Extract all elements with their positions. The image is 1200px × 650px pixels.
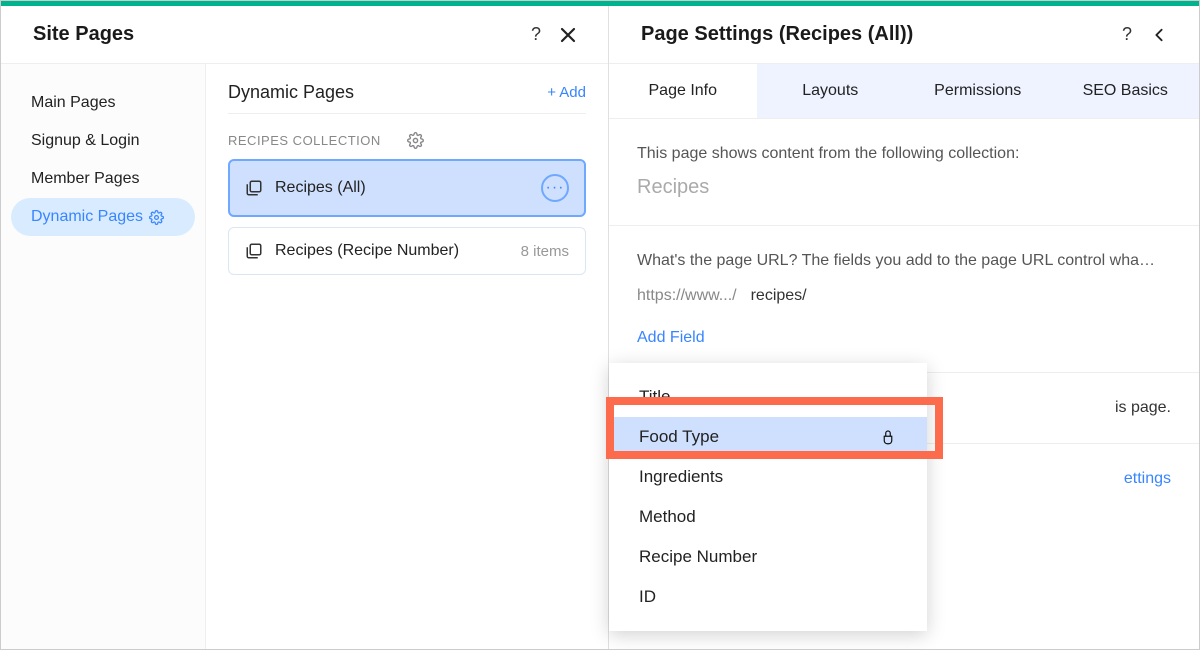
collection-label: RECIPES COLLECTION [228, 133, 407, 148]
collection-icon [245, 179, 263, 197]
nav-label: Signup & Login [31, 132, 140, 150]
tab-layouts[interactable]: Layouts [757, 64, 905, 118]
nav-member-pages[interactable]: Member Pages [1, 160, 205, 198]
dropdown-item-food-type[interactable]: Food Type [609, 417, 927, 457]
collection-lead: This page shows content from the followi… [637, 141, 1171, 167]
card-label: Recipes (All) [275, 179, 541, 197]
dropdown-label: Food Type [639, 427, 719, 447]
advanced-settings-link[interactable]: ettings [1124, 470, 1171, 487]
nav-signup-login[interactable]: Signup & Login [1, 122, 205, 160]
back-icon[interactable] [1143, 19, 1175, 51]
url-base: https://www.../ [637, 283, 737, 309]
page-settings-title: Page Settings (Recipes (All)) [641, 23, 1111, 46]
url-path: recipes/ [751, 283, 807, 309]
dropdown-item-recipe-number[interactable]: Recipe Number [609, 537, 927, 577]
nav-label: Member Pages [31, 170, 140, 188]
gear-icon[interactable] [407, 132, 586, 149]
more-icon[interactable]: ··· [541, 174, 569, 202]
nav-main-pages[interactable]: Main Pages [1, 84, 205, 122]
page-card-recipes-all[interactable]: Recipes (All) ··· [228, 159, 586, 217]
dropdown-item-id[interactable]: ID [609, 577, 927, 617]
url-lead: What's the page URL? The fields you add … [637, 248, 1171, 274]
side-nav: Main Pages Signup & Login Member Pages D… [1, 64, 206, 650]
help-icon[interactable]: ? [1111, 19, 1143, 51]
add-field-link[interactable]: Add Field [637, 325, 1171, 351]
tab-permissions[interactable]: Permissions [904, 64, 1052, 118]
help-icon[interactable]: ? [520, 19, 552, 51]
collection-name: Recipes [637, 171, 1171, 203]
obscured-text: is page. [1115, 399, 1171, 416]
site-pages-title: Site Pages [33, 23, 520, 46]
dynamic-pages-content: Dynamic Pages + Add RECIPES COLLECTION [206, 64, 608, 650]
field-dropdown: Title Food Type Ingredients Method Recip… [609, 363, 927, 631]
tab-seo-basics[interactable]: SEO Basics [1052, 64, 1200, 118]
card-meta: 8 items [521, 243, 569, 260]
dropdown-item-title[interactable]: Title [609, 377, 927, 417]
card-label: Recipes (Recipe Number) [275, 242, 521, 260]
dropdown-item-method[interactable]: Method [609, 497, 927, 537]
dropdown-item-ingredients[interactable]: Ingredients [609, 457, 927, 497]
tab-page-info[interactable]: Page Info [609, 64, 757, 118]
collection-icon [245, 242, 263, 260]
page-settings-panel: Page Settings (Recipes (All)) ? Page Inf… [609, 6, 1199, 650]
cursor-icon [879, 427, 897, 447]
page-card-recipes-number[interactable]: Recipes (Recipe Number) 8 items [228, 227, 586, 275]
site-pages-panel: Site Pages ? Main Pages Signup & Login M… [1, 6, 609, 650]
gear-icon[interactable] [149, 210, 164, 225]
nav-label: Dynamic Pages [31, 208, 143, 226]
nav-label: Main Pages [31, 94, 116, 112]
content-heading: Dynamic Pages [228, 82, 547, 103]
settings-tabs: Page Info Layouts Permissions SEO Basics [609, 64, 1199, 119]
close-icon[interactable] [552, 19, 584, 51]
add-page-link[interactable]: + Add [547, 84, 586, 101]
nav-dynamic-pages[interactable]: Dynamic Pages [11, 198, 195, 236]
